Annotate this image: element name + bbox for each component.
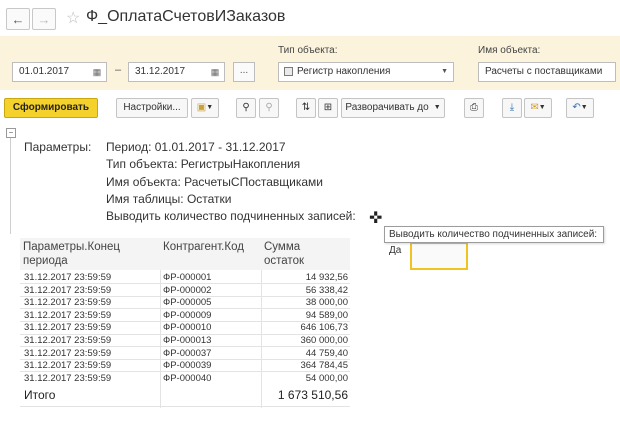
variants-button[interactable]: ▣ ▼ (191, 98, 219, 118)
chevron-down-icon: ▼ (441, 68, 448, 75)
generate-button[interactable]: Сформировать (4, 98, 98, 118)
cell-sum: 364 784,45 (300, 360, 348, 372)
calendar-icon[interactable]: ▦ (208, 65, 222, 79)
cell-date: 31.12.2017 23:59:59 (24, 372, 112, 384)
send-button[interactable]: ✉ ▼ (524, 98, 552, 118)
cell-sum: 44 759,40 (305, 347, 348, 359)
cell-code: ФР-000039 (163, 360, 212, 372)
cell-code: ФР-000009 (163, 309, 212, 321)
date-from-field[interactable]: 01.01.2017 ▦ (12, 62, 107, 82)
col-header-contractor-code[interactable]: Контрагент.Код (160, 238, 261, 270)
cell-code: ФР-000005 (163, 297, 212, 309)
column-divider (261, 270, 262, 408)
param-show-count: Выводить количество подчиненных записей: (106, 209, 356, 223)
cell-code: ФР-000002 (163, 284, 212, 296)
search-button[interactable]: ⚲ (236, 98, 256, 118)
chevron-down-icon: ▼ (433, 104, 441, 111)
param-period: Период: 01.01.2017 - 31.12.2017 (106, 140, 286, 154)
total-value: 1 673 510,56 (277, 388, 348, 402)
cell-sum: 360 000,00 (300, 335, 348, 346)
cell-date: 31.12.2017 23:59:59 (24, 335, 112, 346)
cell-sum: 38 000,00 (305, 297, 348, 309)
collapse-group-icon[interactable]: − (6, 128, 16, 138)
object-name-value: Расчеты с поставщиками (485, 66, 603, 77)
group-icon: ⊞ (323, 102, 333, 113)
date-range-dash: – (115, 64, 122, 76)
cell-code: ФР-000037 (163, 347, 212, 359)
date-from-value: 01.01.2017 (19, 66, 70, 77)
group-bracket (10, 138, 11, 234)
total-label: Итого (24, 388, 56, 402)
date-to-value: 31.12.2017 (135, 66, 186, 77)
col-header-contractor-code-text: Контрагент.Код (163, 241, 244, 253)
object-type-label: Тип объекта: (278, 45, 338, 56)
object-type-select[interactable]: Регистр накопления ▼ (278, 62, 454, 82)
chevron-down-icon: ▼ (580, 104, 588, 111)
param-object-type: Тип объекта: РегистрыНакопления (106, 157, 301, 171)
cell-sum: 646 106,73 (300, 322, 348, 334)
col-header-period-end-line2: периода (23, 255, 68, 267)
printer-icon: ⎙ (470, 102, 478, 113)
back-button[interactable]: ← (6, 8, 30, 30)
save-button[interactable]: ⤓ (502, 98, 522, 118)
tooltip: Выводить количество подчиненных записей:… (384, 226, 604, 256)
cell-sum: 14 932,56 (305, 272, 348, 283)
calendar-icon[interactable]: ▦ (90, 65, 104, 79)
arrow-right-icon: → (37, 11, 51, 27)
cell-date: 31.12.2017 23:59:59 (24, 284, 112, 296)
col-header-sum-line1: Сумма (264, 241, 301, 253)
period-select-button[interactable]: ... (233, 62, 255, 82)
favorite-star-icon[interactable]: ☆ (66, 8, 80, 28)
register-icon (284, 67, 293, 76)
param-table-name: Имя таблицы: Остатки (106, 192, 232, 206)
cell-code: ФР-000040 (163, 372, 212, 384)
cell-sum: 54 000,00 (305, 372, 348, 384)
mouse-cursor-icon: ✜ (369, 210, 383, 227)
cell-sum: 94 589,00 (305, 309, 348, 321)
window-title: Ф_ОплатаСчетовИЗаказов (86, 8, 286, 25)
params-label: Параметры: (24, 140, 92, 154)
col-header-period-end-line1: Параметры.Конец (23, 241, 120, 253)
row-divider (20, 406, 350, 407)
object-type-value: Регистр накопления (297, 66, 391, 77)
download-icon: ⤓ (509, 102, 515, 113)
search-icon: ⚲ (242, 102, 250, 113)
search-cancel-icon: ⚲ (265, 102, 273, 113)
cell-date: 31.12.2017 23:59:59 (24, 297, 112, 309)
cell-date: 31.12.2017 23:59:59 (24, 322, 112, 334)
column-divider (160, 270, 161, 408)
settings-button[interactable]: Настройки... (116, 98, 188, 118)
date-to-field[interactable]: 31.12.2017 ▦ (128, 62, 225, 82)
more-actions-button[interactable]: ↶ ▼ (566, 98, 594, 118)
search-clear-button[interactable]: ⚲ (259, 98, 279, 118)
col-header-sum-balance[interactable]: Сумма остаток (261, 238, 350, 270)
cell-code: ФР-000010 (163, 322, 212, 334)
sort-button[interactable]: ⇅ (296, 98, 316, 118)
group-button[interactable]: ⊞ (318, 98, 338, 118)
cell-date: 31.12.2017 23:59:59 (24, 272, 112, 283)
forward-button[interactable]: → (32, 8, 56, 30)
chevron-down-icon: ▼ (206, 104, 214, 111)
col-header-period-end[interactable]: Параметры.Конец периода (20, 238, 160, 270)
object-name-select[interactable]: Расчеты с поставщиками (478, 62, 616, 82)
expand-to-button[interactable]: Разворачивать до ▼ (341, 98, 445, 118)
chevron-down-icon: ▼ (538, 104, 546, 111)
envelope-icon: ✉ (530, 102, 539, 113)
folder-icon: ▣ (196, 102, 207, 113)
undo-arrow-icon: ↶ (572, 102, 581, 113)
cell-date: 31.12.2017 23:59:59 (24, 347, 112, 359)
expand-to-label: Разворачивать до (345, 102, 429, 113)
col-header-sum-line2: остаток (264, 255, 304, 267)
param-object-name: Имя объекта: РасчетыСПоставщиками (106, 175, 324, 189)
cell-sum: 56 338,42 (305, 284, 348, 296)
print-button[interactable]: ⎙ (464, 98, 484, 118)
cell-code: ФР-000013 (163, 335, 212, 346)
object-name-label: Имя объекта: (478, 45, 541, 56)
arrow-left-icon: ← (11, 11, 25, 27)
cell-date: 31.12.2017 23:59:59 (24, 360, 112, 372)
selected-cell[interactable] (410, 242, 468, 270)
cell-date: 31.12.2017 23:59:59 (24, 309, 112, 321)
cell-code: ФР-000001 (163, 272, 212, 283)
sort-icon: ⇅ (301, 102, 311, 113)
